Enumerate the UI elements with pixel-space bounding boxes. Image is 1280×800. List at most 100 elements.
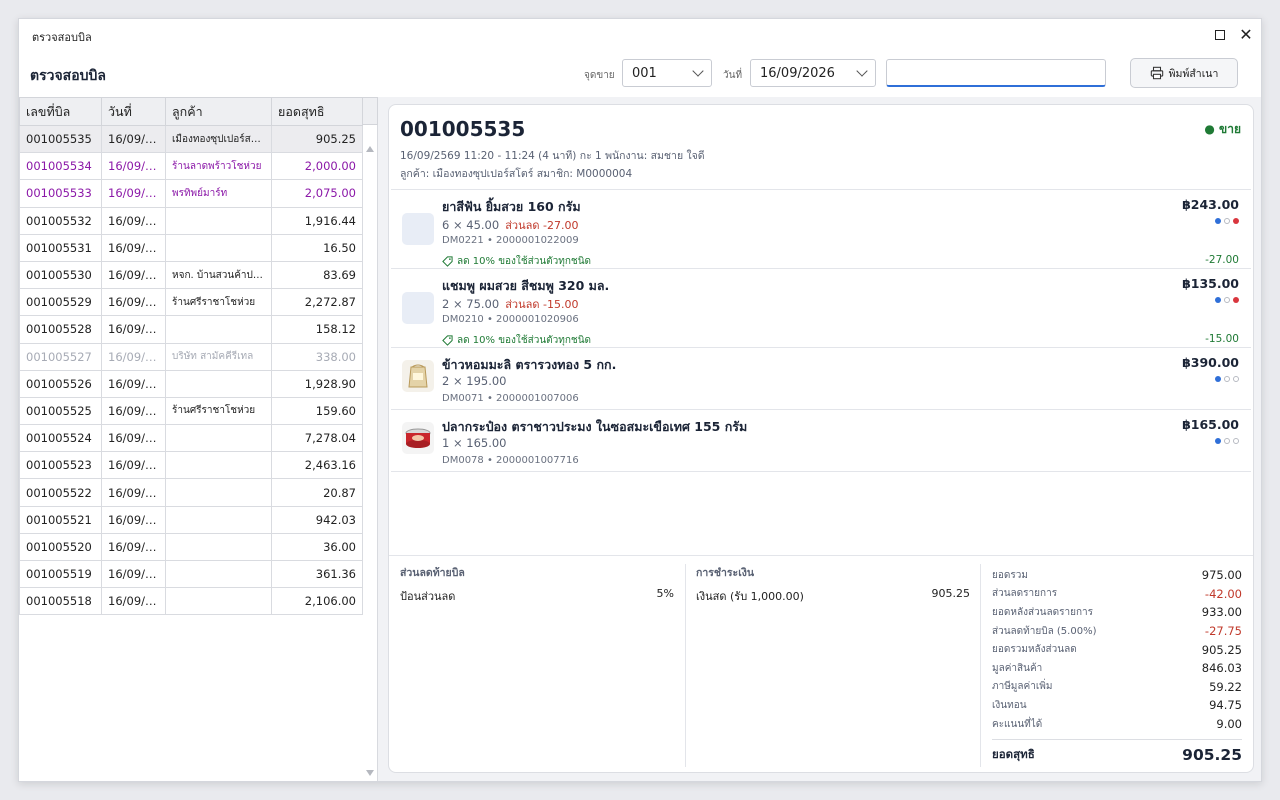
customer-cell	[165, 315, 272, 344]
bill-no-cell: 001005526	[19, 369, 102, 398]
item-code: DM0210 • 2000001020906	[442, 314, 579, 325]
total-label: เงินทอน	[992, 699, 1027, 711]
date-cell: 16/09/69	[101, 559, 166, 589]
table-row[interactable]: 001005521 16/09/69 942.03	[19, 505, 363, 534]
customer-cell: บริษัท สามัคคีรีเทล	[165, 342, 272, 371]
column-header-net-total[interactable]: ยอดสุทธิ	[271, 97, 363, 126]
item-status-dots	[1215, 218, 1239, 224]
total-label: มูลค่าสินค้า	[992, 662, 1043, 674]
table-row[interactable]: 001005530 16/09/69 หจก. บ้านสวนค้าปลีก 83.6…	[19, 260, 363, 290]
print-copy-button[interactable]: พิมพ์สำเนา	[1130, 58, 1238, 88]
customer-cell: พรทิพย์มาร์ท	[165, 179, 272, 208]
total-row: ยอดหลังส่วนลดรายการ 933.00	[992, 603, 1242, 622]
total-label: ยอดรวมหลังส่วนลด	[992, 644, 1077, 656]
pos-value: 001	[632, 65, 657, 81]
close-icon: ✕	[1239, 25, 1253, 44]
item-price: ฿165.00	[1182, 417, 1239, 432]
item-promotion: ลด 10% ของใช้ส่วนตัวทุกชนิด	[442, 254, 591, 269]
total-label: ยอดรวม	[992, 569, 1028, 581]
bill-no-cell: 001005529	[19, 288, 102, 317]
amount-cell: 20.87	[271, 478, 363, 507]
amount-cell: 83.69	[271, 260, 363, 290]
table-row[interactable]: 001005527 16/09/69 บริษัท สามัคคีรีเทล 338.…	[19, 342, 363, 371]
item-price: ฿243.00	[1182, 197, 1239, 212]
maximize-button[interactable]	[1211, 26, 1229, 44]
table-row[interactable]: 001005528 16/09/69 158.12	[19, 315, 363, 344]
customer-cell: ร้านศรีราชาโชห่วย	[165, 396, 272, 426]
date-cell: 16/09/69	[101, 260, 166, 290]
table-row[interactable]: 001005518 16/09/69 2,106.00	[19, 587, 363, 616]
promotion-text: ลด 10% ของใช้ส่วนตัวทุกชนิด	[457, 335, 592, 346]
table-row[interactable]: 001005526 16/09/69 1,928.90	[19, 369, 363, 398]
item-status-dots	[1215, 376, 1239, 382]
table-row[interactable]: 001005523 16/09/69 2,463.16	[19, 451, 363, 480]
status-dot-icon	[1215, 297, 1221, 303]
divider	[980, 564, 981, 767]
total-row: ยอดรวม 975.00	[992, 566, 1242, 585]
column-header-bill-no[interactable]: เลขที่บิล	[19, 97, 102, 126]
customer-cell	[165, 424, 272, 453]
item-line-discount: -15.00	[1205, 333, 1239, 345]
bill-table-header: เลขที่บิล วันที่ ลูกค้า ยอดสุทธิ	[19, 97, 363, 126]
table-row[interactable]: 001005535 16/09/69 เมืองทองซุปเปอร์สโตร์ 90…	[19, 124, 363, 154]
bill-no-cell: 001005521	[19, 505, 102, 534]
customer-cell	[165, 478, 272, 507]
bill-discount-line[interactable]: ป้อนส่วนลด 5%	[400, 587, 674, 605]
date-cell: 16/09/69	[101, 206, 166, 235]
status-dot-icon	[1215, 218, 1221, 224]
customer-cell	[165, 532, 272, 562]
date-picker[interactable]: 16/09/2026	[750, 59, 876, 87]
item-status-dots	[1215, 297, 1239, 303]
table-row[interactable]: 001005519 16/09/69 361.36	[19, 559, 363, 589]
amount-cell: 905.25	[271, 124, 363, 154]
total-value: 975.00	[1201, 568, 1242, 583]
customer-cell	[165, 587, 272, 616]
amount-cell: 1,928.90	[271, 369, 363, 398]
canned-fish-thumb	[402, 422, 434, 454]
customer-cell	[165, 233, 272, 262]
table-row[interactable]: 001005534 16/09/69 ร้านลาดพร้าวโชห่วย 2,000…	[19, 152, 363, 181]
total-row: เงินทอน 94.75	[992, 696, 1242, 715]
search-input[interactable]	[886, 59, 1106, 87]
customer-cell	[165, 206, 272, 235]
table-row[interactable]: 001005533 16/09/69 พรทิพย์มาร์ท 2,075.00	[19, 179, 363, 208]
item-discount: ส่วนลด -27.00	[505, 219, 579, 232]
list-item[interactable]: ยาสีฟัน ยิ้มสวย 160 กรัม 6 × 45.00 ส่วนลด …	[391, 190, 1251, 269]
bill-no-cell: 001005520	[19, 532, 102, 562]
date-cell: 16/09/69	[101, 124, 166, 154]
column-header-customer[interactable]: ลูกค้า	[165, 97, 272, 126]
table-row[interactable]: 001005522 16/09/69 20.87	[19, 478, 363, 507]
bill-discount-section: ส่วนลดท้ายบิล ป้อนส่วนลด 5%	[400, 564, 674, 605]
bill-number: 001005535	[400, 117, 526, 141]
table-row[interactable]: 001005531 16/09/69 16.50	[19, 233, 363, 262]
column-header-date[interactable]: วันที่	[101, 97, 166, 126]
table-row[interactable]: 001005529 16/09/69 ร้านศรีราชาโชห่วย 2,272.…	[19, 288, 363, 317]
status-dot-icon	[1224, 376, 1230, 382]
status-dot-icon	[1224, 297, 1230, 303]
amount-cell: 158.12	[271, 315, 363, 344]
total-row: ยอดรวมหลังส่วนลด 905.25	[992, 640, 1242, 659]
list-item[interactable]: แชมพู ผมสวย สีชมพู 320 มล. 2 × 75.00 ส่วนล…	[391, 269, 1251, 348]
payment-line: เงินสด (รับ 1,000.00) 905.25	[696, 587, 970, 605]
bill-no-cell: 001005528	[19, 315, 102, 344]
customer-cell: ร้านลาดพร้าวโชห่วย	[165, 152, 272, 181]
chevron-down-icon	[856, 64, 868, 77]
list-item[interactable]: ข้าวหอมมะลิ ตรารวงทอง 5 กก. 2 × 195.00 DM0…	[391, 348, 1251, 410]
pos-select[interactable]: 001	[622, 59, 712, 87]
amount-cell: 1,916.44	[271, 206, 363, 235]
table-row[interactable]: 001005532 16/09/69 1,916.44	[19, 206, 363, 235]
table-row[interactable]: 001005525 16/09/69 ร้านศรีราชาโชห่วย 159.60	[19, 396, 363, 426]
item-discount: ส่วนลด -15.00	[505, 298, 579, 311]
date-value: 16/09/2026	[760, 65, 835, 81]
amount-cell: 2,463.16	[271, 451, 363, 480]
total-label: ภาษีมูลค่าเพิ่ม	[992, 681, 1053, 693]
total-value: 846.03	[1201, 661, 1242, 676]
close-button[interactable]: ✕	[1237, 26, 1255, 44]
list-item[interactable]: ปลากระป๋อง ตราชาวประมง ในซอสมะเขือเทศ 15…	[391, 410, 1251, 472]
scroll-up-icon[interactable]	[366, 146, 374, 152]
scroll-down-icon[interactable]	[366, 770, 374, 776]
table-row[interactable]: 001005524 16/09/69 7,278.04	[19, 424, 363, 453]
total-value: 9.00	[1216, 717, 1242, 732]
table-row[interactable]: 001005520 16/09/69 36.00	[19, 532, 363, 562]
amount-cell: 2,000.00	[271, 152, 363, 181]
